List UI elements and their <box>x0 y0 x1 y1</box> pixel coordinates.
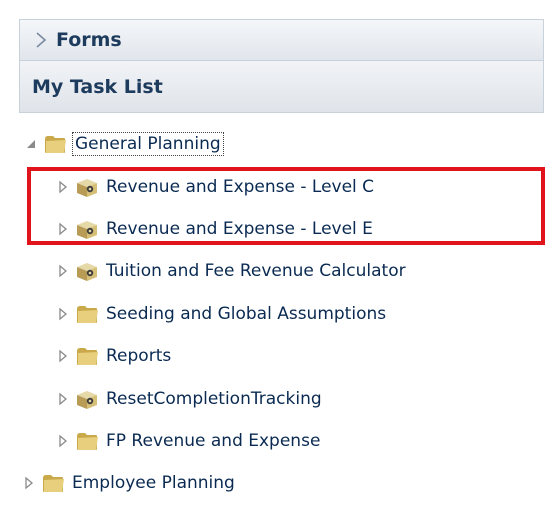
tree-item-label: Revenue and Expense - Level E <box>106 219 373 239</box>
collapsed-triangle-icon[interactable] <box>56 222 70 236</box>
folder-icon <box>42 131 68 157</box>
folder-icon <box>40 470 66 496</box>
tree-item-label: Seeding and Global Assumptions <box>106 304 387 324</box>
collapsed-triangle-icon[interactable] <box>56 392 70 406</box>
collapsed-triangle-icon[interactable] <box>56 349 70 363</box>
task-box-icon <box>74 174 100 200</box>
collapsed-triangle-icon[interactable] <box>22 476 36 490</box>
tree-item-revenue-expense-level-e[interactable]: Revenue and Expense - Level E <box>56 211 375 247</box>
task-list-header-label: My Task List <box>32 75 163 98</box>
tree-item-fp-revenue-expense[interactable]: FP Revenue and Expense <box>56 423 322 459</box>
task-box-icon <box>74 386 100 412</box>
tree-item-seeding-global-assumptions[interactable]: Seeding and Global Assumptions <box>56 296 388 332</box>
collapsed-triangle-icon[interactable] <box>56 180 70 194</box>
tree-item-label: Reports <box>106 346 172 366</box>
tree-item-label: FP Revenue and Expense <box>106 431 321 451</box>
tree-item-label: Tuition and Fee Revenue Calculator <box>106 261 406 281</box>
expanded-triangle-icon[interactable] <box>24 137 38 151</box>
collapsed-triangle-icon[interactable] <box>56 264 70 278</box>
chevron-right-icon <box>26 19 56 61</box>
tree-item-employee-planning[interactable]: Employee Planning <box>22 465 237 501</box>
task-box-icon <box>74 216 100 242</box>
tree-item-reports[interactable]: Reports <box>56 338 173 374</box>
tree-item-label: ResetCompletionTracking <box>106 389 322 409</box>
forms-header-label: Forms <box>56 29 122 51</box>
task-list-panel: Forms My Task List General Planning Reve… <box>0 0 551 510</box>
tree-item-label: Employee Planning <box>72 473 235 493</box>
tree-item-revenue-expense-level-c[interactable]: Revenue and Expense - Level C <box>56 169 376 205</box>
tree-item-label: General Planning <box>72 132 224 156</box>
tree-item-reset-completion-tracking[interactable]: ResetCompletionTracking <box>56 381 324 417</box>
folder-icon <box>74 343 100 369</box>
folder-icon <box>74 428 100 454</box>
tree-item-general-planning[interactable]: General Planning <box>24 126 224 162</box>
collapsed-triangle-icon[interactable] <box>56 307 70 321</box>
forms-header[interactable]: Forms <box>19 19 544 61</box>
collapsed-triangle-icon[interactable] <box>56 434 70 448</box>
task-list-header[interactable]: My Task List <box>19 61 544 113</box>
tree-item-tuition-fee-calculator[interactable]: Tuition and Fee Revenue Calculator <box>56 253 408 289</box>
folder-icon <box>74 301 100 327</box>
tree-item-label: Revenue and Expense - Level C <box>106 177 375 197</box>
task-box-icon <box>74 258 100 284</box>
